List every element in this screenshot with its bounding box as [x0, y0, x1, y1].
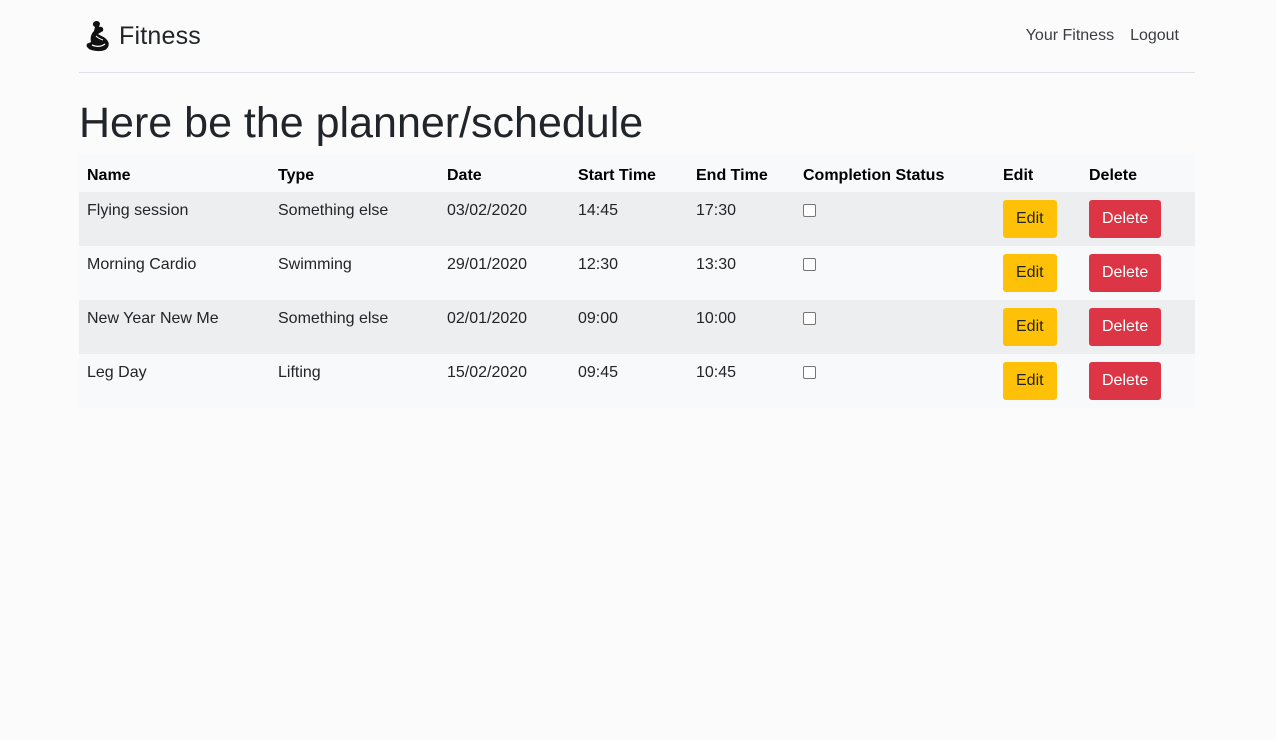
completion-checkbox[interactable]: [803, 366, 816, 379]
cell-edit: Edit: [995, 300, 1081, 354]
cell-name: Flying session: [87, 202, 189, 219]
completion-checkbox[interactable]: [803, 204, 816, 217]
cell-delete: Delete: [1081, 192, 1195, 246]
cell-date: 03/02/2020: [447, 202, 528, 219]
cell-start-time: 12:30: [578, 256, 619, 273]
completion-checkbox[interactable]: [803, 312, 816, 325]
brand-name: Fitness: [119, 21, 201, 50]
cell-completion: [795, 192, 995, 246]
table-row: Morning Cardio Swimming 29/01/2020 12:30…: [79, 246, 1195, 300]
header-name: Name: [87, 166, 131, 184]
delete-button[interactable]: Delete: [1089, 362, 1162, 400]
brand-link[interactable]: Fitness: [85, 20, 201, 52]
page-title: Here be the planner/schedule: [79, 99, 644, 147]
cell-date: 02/01/2020: [447, 310, 528, 327]
edit-button[interactable]: Edit: [1003, 308, 1057, 346]
cell-end-time: 17:30: [696, 202, 737, 219]
cell-end-time: 10:00: [696, 310, 737, 327]
header-type: Type: [278, 166, 315, 184]
navbar: Fitness Your Fitness Logout: [79, 0, 1195, 73]
schedule-table: Name Type Date Start Time End Time Compl…: [79, 153, 1195, 408]
page-container: Fitness Your Fitness Logout Here be the …: [79, 0, 1195, 408]
table-row: Flying session Something else 03/02/2020…: [79, 192, 1195, 246]
header-completion-status: Completion Status: [803, 166, 945, 184]
delete-button[interactable]: Delete: [1089, 200, 1162, 238]
cell-start-time: 14:45: [578, 202, 619, 219]
table-header-row: Name Type Date Start Time End Time Compl…: [79, 153, 1195, 192]
cell-end-time: 13:30: [696, 256, 737, 273]
cell-delete: Delete: [1081, 246, 1195, 300]
header-date: Date: [447, 166, 482, 184]
nav-link-your-fitness[interactable]: Your Fitness: [1026, 27, 1114, 45]
cell-start-time: 09:00: [578, 310, 619, 327]
completion-checkbox[interactable]: [803, 258, 816, 271]
cell-completion: [795, 354, 995, 408]
table-row: New Year New Me Something else 02/01/202…: [79, 300, 1195, 354]
cell-name: Morning Cardio: [87, 256, 197, 273]
edit-button[interactable]: Edit: [1003, 362, 1057, 400]
cell-edit: Edit: [995, 354, 1081, 408]
header-start-time: Start Time: [578, 166, 656, 184]
cell-name: Leg Day: [87, 364, 147, 381]
cell-date: 15/02/2020: [447, 364, 528, 381]
delete-button[interactable]: Delete: [1089, 308, 1162, 346]
cell-end-time: 10:45: [696, 364, 737, 381]
header-edit: Edit: [1003, 166, 1034, 184]
edit-button[interactable]: Edit: [1003, 254, 1057, 292]
header-end-time: End Time: [696, 166, 768, 184]
header-delete: Delete: [1089, 166, 1138, 184]
cell-type: Something else: [278, 202, 389, 219]
cell-completion: [795, 246, 995, 300]
cell-type: Swimming: [278, 256, 352, 273]
nav-link-logout[interactable]: Logout: [1130, 27, 1179, 45]
cell-edit: Edit: [995, 192, 1081, 246]
delete-button[interactable]: Delete: [1089, 254, 1162, 292]
cell-delete: Delete: [1081, 354, 1195, 408]
cell-name: New Year New Me: [87, 310, 219, 327]
cell-delete: Delete: [1081, 300, 1195, 354]
cell-date: 29/01/2020: [447, 256, 528, 273]
flexed-arm-icon: [86, 20, 109, 52]
cell-type: Lifting: [278, 364, 321, 381]
table-row: Leg Day Lifting 15/02/2020 09:45 10:45 E…: [79, 354, 1195, 408]
edit-button[interactable]: Edit: [1003, 200, 1057, 238]
nav-links: Your Fitness Logout: [1026, 27, 1179, 45]
cell-start-time: 09:45: [578, 364, 619, 381]
cell-completion: [795, 300, 995, 354]
cell-type: Something else: [278, 310, 389, 327]
cell-edit: Edit: [995, 246, 1081, 300]
